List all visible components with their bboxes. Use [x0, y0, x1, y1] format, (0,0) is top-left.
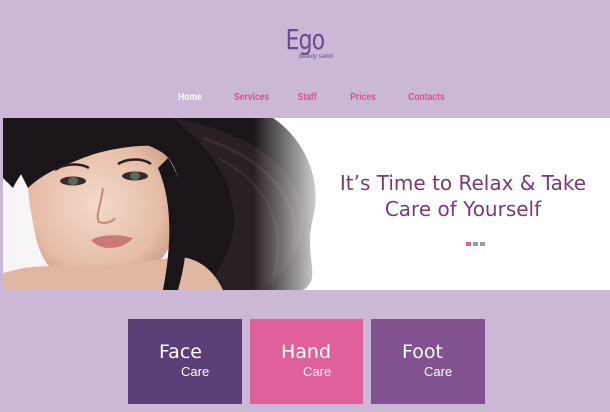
card-face-care[interactable]: Face Care [128, 319, 242, 404]
card-subtitle: Care [303, 364, 332, 379]
card-subtitle: Care [424, 364, 453, 379]
card-hand-care[interactable]: Hand Care [250, 319, 363, 404]
card-title: Face [159, 341, 202, 363]
slider-pagination [466, 242, 485, 246]
nav-home[interactable]: Home [178, 92, 202, 103]
hero-heading: It’s Time to Relax & Take Care of Yourse… [323, 170, 603, 222]
slide-dot-2[interactable] [473, 242, 478, 246]
card-title: Hand [281, 341, 332, 363]
hero-banner: It’s Time to Relax & Take Care of Yourse… [3, 118, 610, 290]
logo-name: Ego [285, 23, 325, 56]
logo[interactable]: Ego beauty salon [0, 22, 610, 60]
nav-prices[interactable]: Prices [350, 92, 376, 103]
nav-staff[interactable]: Staff [298, 92, 317, 103]
nav-services[interactable]: Services [234, 92, 269, 103]
hero-heading-line2: Care of Yourself [384, 197, 542, 221]
hero-photo-woman [3, 118, 333, 290]
slide-dot-3[interactable] [480, 242, 485, 246]
card-foot-care[interactable]: Foot Care [371, 319, 485, 404]
card-subtitle: Care [181, 364, 210, 379]
card-title: Foot [402, 341, 443, 363]
service-cards: Face Care Hand Care Foot Care [128, 319, 485, 404]
hero-heading-line1: It’s Time to Relax & Take [339, 171, 587, 195]
nav-contacts[interactable]: Contacts [408, 92, 444, 103]
slide-dot-1[interactable] [466, 242, 471, 246]
